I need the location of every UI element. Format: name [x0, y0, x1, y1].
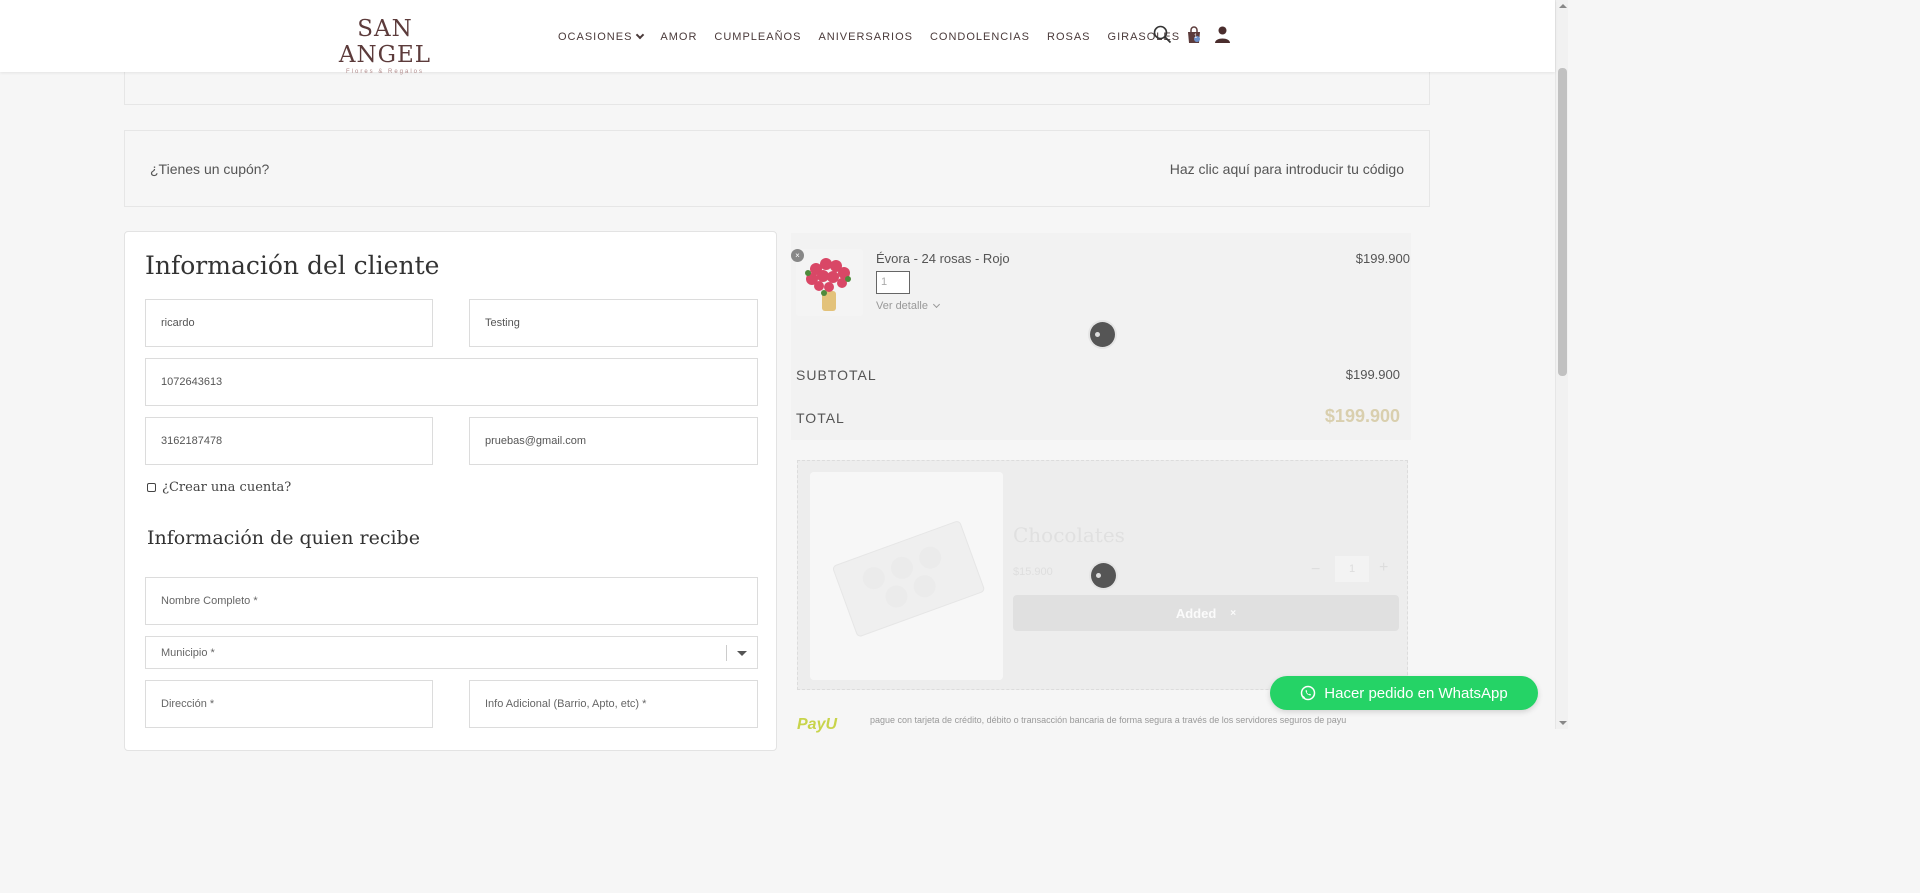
site-header: SAN ANGEL Flores & Regalos OCASIONES AMO… — [0, 0, 1555, 75]
customer-form: Información del cliente ricardo Testing … — [124, 231, 777, 751]
address-field[interactable]: Dirección * — [145, 680, 433, 728]
loading-spinner-icon — [1091, 563, 1116, 588]
search-icon[interactable] — [1153, 25, 1172, 49]
cart-icon[interactable]: 1 — [1186, 26, 1202, 49]
total-label: TOTAL — [796, 410, 845, 426]
nav-item-rosas[interactable]: ROSAS — [1047, 30, 1091, 44]
coupon-link[interactable]: Haz clic aquí para introducir tu código — [1170, 161, 1404, 177]
minus-icon[interactable]: − — [1311, 561, 1320, 579]
upsell-quantity-input[interactable]: 1 — [1335, 556, 1369, 582]
municipio-select[interactable]: Municipio * — [145, 636, 758, 669]
nav-item-aniversarios[interactable]: ANIVERSARIOS — [818, 30, 913, 44]
municipio-placeholder: Municipio * — [161, 646, 215, 659]
view-details-label: Ver detalle — [876, 300, 928, 312]
logo[interactable]: SAN ANGEL Flores & Regalos — [317, 16, 453, 76]
order-summary: × Évora - 24 rosas - Rojo $199.900 1 Ver… — [791, 233, 1411, 440]
upsell-title: Chocolates — [1013, 523, 1125, 547]
scroll-down-icon[interactable] — [1559, 721, 1567, 725]
nav-item-label: OCASIONES — [558, 31, 633, 43]
recipient-title: Información de quien recibe — [147, 527, 420, 549]
phone-field[interactable]: 3162187478 — [145, 417, 433, 465]
scroll-thumb[interactable] — [1558, 68, 1567, 376]
product-name[interactable]: Évora - 24 rosas - Rojo — [876, 251, 1010, 266]
create-account-label: ¿Crear una cuenta? — [162, 480, 292, 495]
chevron-down-icon — [636, 30, 645, 40]
scroll-up-icon[interactable] — [1559, 4, 1567, 8]
coupon-box: ¿Tienes un cupón? Haz clic aquí para int… — [124, 130, 1430, 207]
nav-item-ocasiones[interactable]: OCASIONES — [558, 30, 645, 44]
customer-title: Información del cliente — [145, 251, 440, 280]
create-account-checkbox[interactable] — [147, 483, 156, 492]
subtotal-label: SUBTOTAL — [796, 367, 877, 383]
total-value: $199.900 — [1324, 406, 1400, 426]
added-button[interactable]: Added × — [1013, 595, 1399, 631]
plus-icon[interactable]: + — [1379, 559, 1388, 577]
quantity-input[interactable]: 1 — [876, 271, 910, 294]
chevron-down-icon[interactable] — [737, 651, 747, 656]
whatsapp-icon — [1301, 685, 1316, 701]
logo-tagline: Flores & Regalos — [345, 69, 425, 75]
extra-info-field[interactable]: Info Adicional (Barrio, Apto, etc) * — [469, 680, 758, 728]
chevron-down-icon — [932, 300, 941, 308]
product-price: $199.900 — [1355, 251, 1410, 266]
nav-item-condolencias[interactable]: CONDOLENCIAS — [930, 30, 1030, 44]
upsell-card: Chocolates $15.900 − 1 + Added × — [797, 460, 1408, 690]
main-nav: OCASIONES AMOR CUMPLEAÑOS ANIVERSARIOS C… — [558, 30, 1197, 44]
product-image — [796, 249, 863, 316]
close-icon[interactable]: × — [1230, 608, 1236, 619]
upsell-image — [810, 472, 1003, 680]
whatsapp-label: Hacer pedido en WhatsApp — [1324, 684, 1508, 702]
loading-spinner-icon — [1090, 322, 1115, 347]
nav-item-amor[interactable]: AMOR — [660, 30, 697, 44]
logo-text: SAN ANGEL — [338, 16, 432, 68]
last-name-field[interactable]: Testing — [469, 299, 758, 347]
nav-item-cumpleanos[interactable]: CUMPLEAÑOS — [714, 30, 801, 44]
email-field[interactable]: pruebas@gmail.com — [469, 417, 758, 465]
recipient-name-field[interactable]: Nombre Completo * — [145, 577, 758, 625]
create-account-row[interactable]: ¿Crear una cuenta? — [147, 480, 291, 495]
view-details-toggle[interactable]: Ver detalle — [876, 300, 941, 312]
upsell-price: $15.900 — [1013, 566, 1053, 578]
added-label: Added — [1175, 605, 1217, 621]
user-icon[interactable] — [1215, 26, 1230, 48]
remove-item-icon[interactable]: × — [791, 249, 804, 262]
payu-logo: PayU — [797, 716, 838, 733]
document-field[interactable]: 1072643613 — [145, 358, 758, 406]
page-scrollbar[interactable] — [1555, 0, 1568, 729]
subtotal-value: $199.900 — [1345, 367, 1400, 382]
cart-count: 1 — [1194, 34, 1198, 40]
select-separator — [726, 645, 727, 661]
payment-note: pague con tarjeta de crédito, débito o t… — [870, 715, 1347, 725]
coupon-question: ¿Tienes un cupón? — [150, 161, 270, 177]
whatsapp-order-button[interactable]: Hacer pedido en WhatsApp — [1270, 676, 1538, 710]
first-name-field[interactable]: ricardo — [145, 299, 433, 347]
